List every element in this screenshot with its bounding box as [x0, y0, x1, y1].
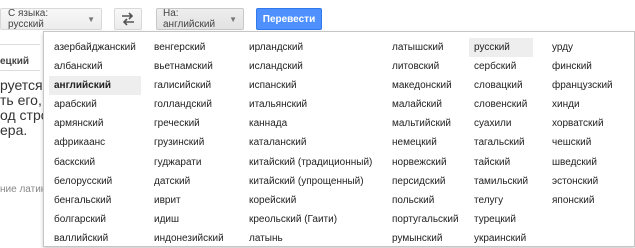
language-option[interactable]: галисийский — [149, 76, 229, 95]
language-option[interactable]: турецкий — [469, 210, 533, 229]
language-option[interactable]: латынь — [244, 229, 377, 248]
source-tab-label: ецкий — [0, 56, 30, 67]
language-option[interactable]: японский — [547, 191, 618, 210]
language-option[interactable]: эстонский — [547, 172, 618, 191]
language-option[interactable]: грузинский — [149, 133, 229, 152]
swap-icon — [122, 12, 134, 26]
language-option[interactable]: итальянский — [244, 95, 377, 114]
language-option[interactable]: португальский — [387, 210, 464, 229]
target-language-button[interactable]: На: английский ▼ — [156, 8, 244, 30]
language-option[interactable]: хорватский — [547, 114, 618, 133]
language-option[interactable]: словацкий — [469, 76, 533, 95]
language-option[interactable]: финский — [547, 57, 618, 76]
language-option[interactable]: арабский — [49, 95, 141, 114]
language-option[interactable]: шведский — [547, 153, 618, 172]
swap-languages-button[interactable] — [114, 8, 142, 30]
suggestion-text: ние латин — [0, 184, 47, 195]
language-option[interactable]: норвежский — [387, 153, 464, 172]
language-option[interactable]: хинди — [547, 95, 618, 114]
source-language-label: С языка: русский — [8, 8, 49, 30]
language-option[interactable]: чешский — [547, 133, 618, 152]
chevron-down-icon: ▼ — [229, 14, 237, 24]
divider — [0, 44, 40, 45]
language-option[interactable]: азербайджанский — [49, 38, 141, 57]
language-option[interactable]: валлийский — [49, 229, 141, 248]
language-option[interactable]: персидский — [387, 172, 464, 191]
language-option[interactable]: мальтийский — [387, 114, 464, 133]
language-option[interactable]: тамильский — [469, 172, 533, 191]
language-option[interactable]: африкаанс — [49, 133, 141, 152]
language-option[interactable]: исландский — [244, 57, 377, 76]
language-option[interactable]: индонезийский — [149, 229, 229, 248]
language-option[interactable]: английский — [49, 76, 141, 96]
language-option[interactable]: французский — [547, 76, 618, 95]
language-option[interactable]: иврит — [149, 191, 229, 210]
language-option[interactable]: датский — [149, 172, 229, 191]
language-option[interactable]: сербский — [469, 57, 533, 76]
language-option[interactable]: телугу — [469, 191, 533, 210]
target-language-label: На: английский — [163, 8, 216, 30]
language-option[interactable]: латышский — [387, 38, 464, 57]
language-option[interactable]: тайский — [469, 153, 533, 172]
language-option[interactable]: белорусский — [49, 172, 141, 191]
language-option[interactable]: албанский — [49, 57, 141, 76]
language-option[interactable]: идиш — [149, 210, 229, 229]
language-column: латышский литовский македонский малайский ма… — [387, 38, 464, 248]
language-option[interactable]: болгарский — [49, 210, 141, 229]
target-language-menu: азербайджанский албанский английский арабск… — [43, 31, 635, 247]
language-option[interactable]: каталанский — [244, 133, 377, 152]
language-option[interactable]: бенгальский — [49, 191, 141, 210]
language-option[interactable]: ирландский — [244, 38, 377, 57]
language-option[interactable]: русский — [469, 38, 534, 58]
language-option[interactable]: корейский — [244, 191, 377, 210]
language-option[interactable]: украинский — [469, 229, 533, 248]
language-option[interactable]: малайский — [387, 95, 464, 114]
language-column: русский сербский словацкий словенский суахил… — [469, 38, 534, 248]
language-option[interactable]: тагальский — [469, 133, 533, 152]
chevron-down-icon: ▼ — [87, 14, 95, 24]
language-option[interactable]: армянский — [49, 114, 141, 133]
language-option[interactable]: креольский (Гаити) — [244, 210, 377, 229]
language-option[interactable]: испанский — [244, 76, 377, 95]
language-option[interactable]: голландский — [149, 95, 229, 114]
language-option[interactable]: греческий — [149, 114, 229, 133]
language-option[interactable]: каннада — [244, 114, 377, 133]
language-option[interactable]: гуджарати — [149, 153, 229, 172]
language-option[interactable]: венгерский — [149, 38, 229, 57]
source-language-button[interactable]: С языка: русский ▼ — [0, 8, 102, 30]
language-option[interactable]: китайский (упрощенный) — [244, 172, 377, 191]
language-option[interactable]: литовский — [387, 57, 464, 76]
translate-button[interactable]: Перевести — [256, 8, 322, 30]
language-option[interactable]: немецкий — [387, 133, 464, 152]
language-option[interactable]: китайский (традиционный) — [244, 153, 377, 172]
language-option[interactable]: словенский — [469, 95, 533, 114]
language-option[interactable]: македонский — [387, 76, 464, 95]
language-column: венгерский вьетнамский галисийский голландс… — [149, 38, 229, 248]
language-column: ирландский исландский испанский итальянский… — [244, 38, 377, 248]
language-option[interactable]: вьетнамский — [149, 57, 229, 76]
language-option[interactable]: урду — [547, 38, 618, 57]
language-column: азербайджанский албанский английский арабск… — [49, 38, 141, 248]
language-option[interactable]: польский — [387, 191, 464, 210]
language-option[interactable]: суахили — [469, 114, 533, 133]
divider — [0, 70, 40, 71]
language-option[interactable]: баскский — [49, 153, 141, 172]
language-option[interactable]: румынский — [387, 229, 464, 248]
language-column: урду финский французский хинди хорватский чеш… — [547, 38, 618, 210]
